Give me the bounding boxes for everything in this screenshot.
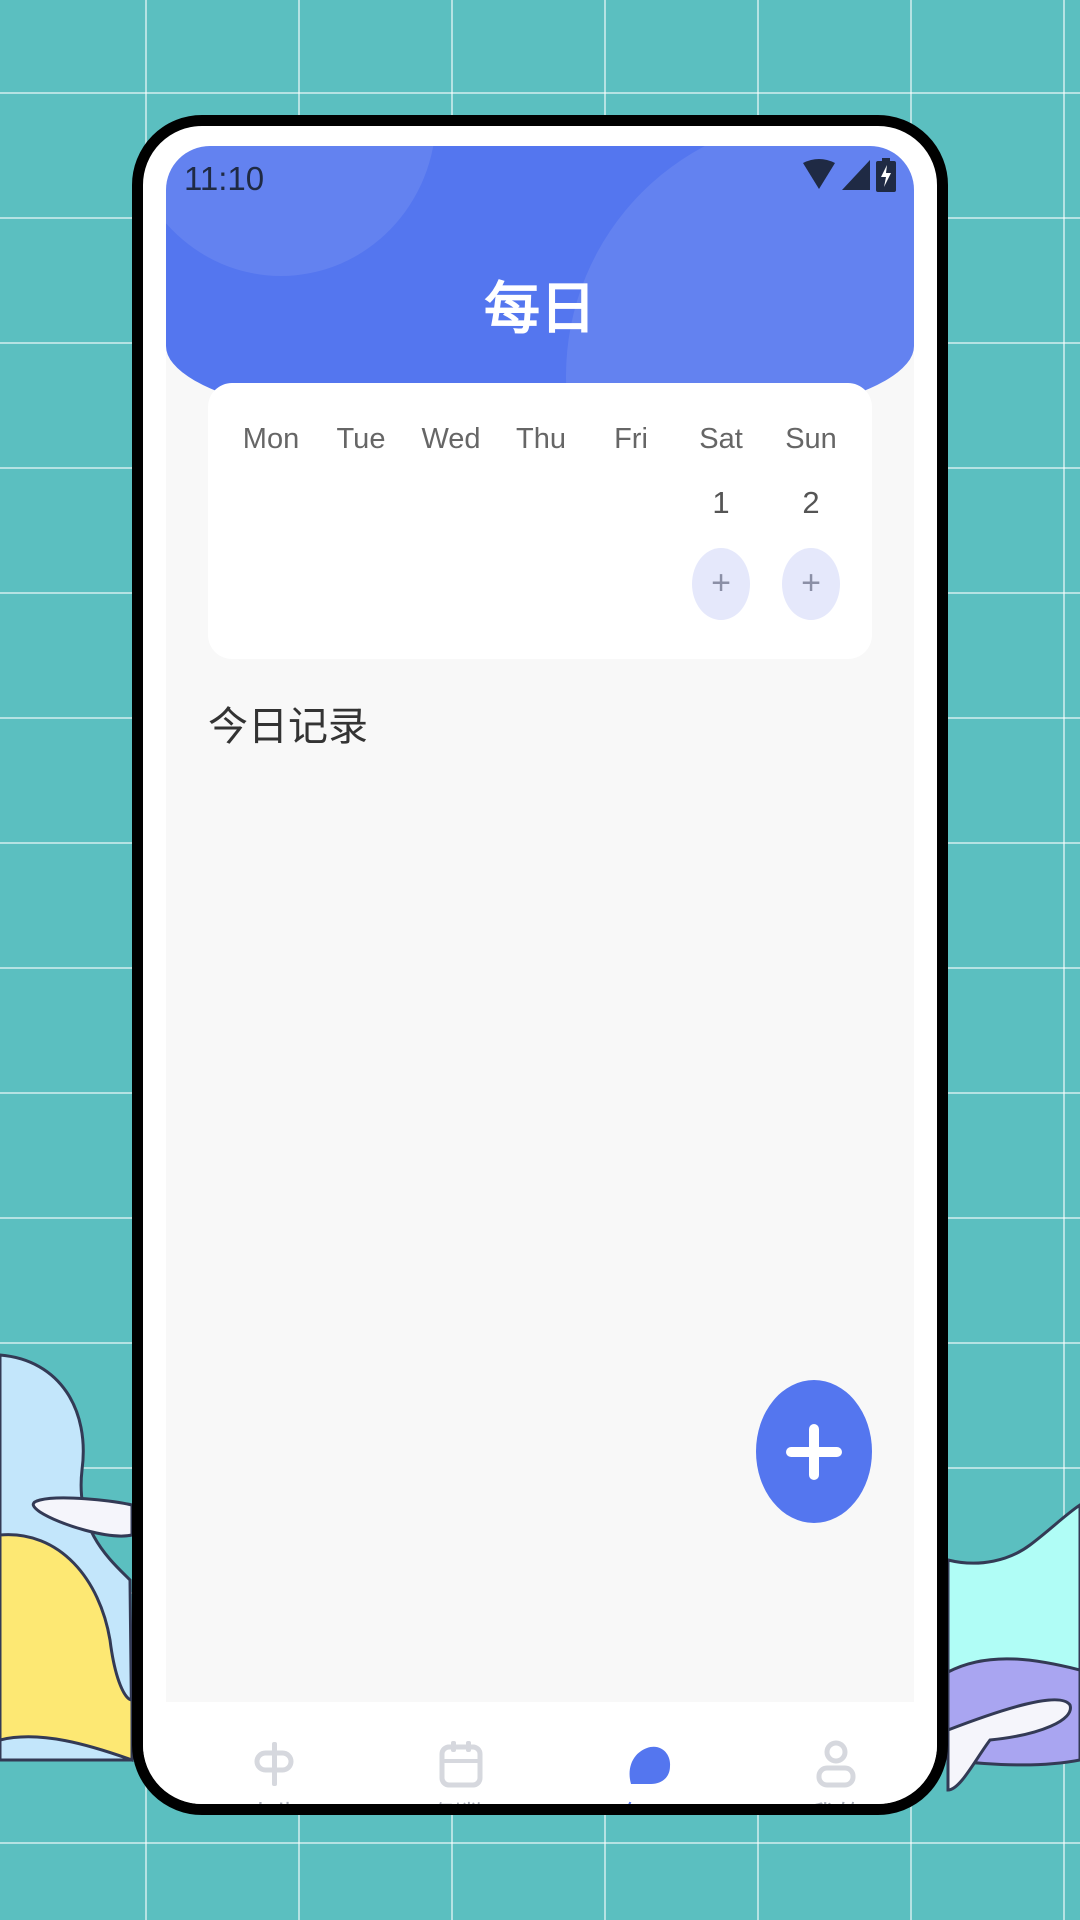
calendar-icon [439,1741,483,1788]
cloud-icon [629,1746,671,1784]
signpost-icon [254,1742,294,1786]
page-title: 每日 [484,277,596,342]
bottom-tab-bar: 人生 倒数 每日 我的 [143,1702,937,1804]
tab-life[interactable]: 人生 [214,1740,334,1804]
section-title: 今日记录 [208,704,368,750]
day-name-fri: Fri [614,423,648,455]
tab-label: 人生 [214,1794,334,1804]
day-name-sun: Sun [785,423,837,455]
status-icons [802,158,896,192]
day-name-wed: Wed [421,423,481,455]
tab-daily[interactable]: 每日 [589,1740,709,1804]
tab-label: 我的 [776,1794,896,1804]
plus-icon [786,1423,842,1480]
status-time: 11:10 [184,160,265,197]
person-icon [816,1740,856,1788]
app-screen: 11:10 每日 Mon Tue Wed Thu Fri Sat Sun 1 2… [166,146,914,1722]
signal-icon [842,160,870,190]
add-record-sat-button[interactable]: + [692,548,750,620]
add-record-sun-button[interactable]: + [782,548,840,620]
day-name-tue: Tue [336,423,386,455]
add-button[interactable] [756,1380,872,1523]
day-date-sun[interactable]: 2 [766,485,856,521]
day-date-sat[interactable]: 1 [676,485,766,521]
battery-charging-icon [876,158,896,192]
day-name-thu: Thu [516,423,566,455]
tab-label: 倒数 [401,1794,521,1804]
phone-frame: 11:10 每日 Mon Tue Wed Thu Fri Sat Sun 1 2… [132,115,948,1815]
tab-label: 每日 [589,1794,709,1804]
week-calendar-card: Mon Tue Wed Thu Fri Sat Sun 1 2 + + [208,383,872,659]
day-name-sat: Sat [699,423,743,455]
tab-mine[interactable]: 我的 [776,1740,896,1804]
wifi-icon [803,159,835,189]
tab-countdown[interactable]: 倒数 [401,1740,521,1804]
day-name-mon: Mon [242,423,300,455]
